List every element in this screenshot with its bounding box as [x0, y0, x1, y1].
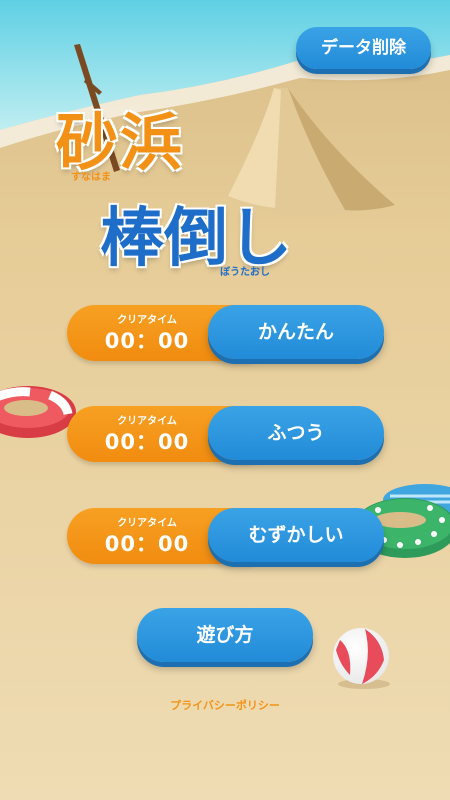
hard-button[interactable]: むずかしい: [208, 508, 384, 562]
level-row-normal: クリアタイム 00：00 ふつう: [67, 406, 385, 462]
title-stick-reading: ぼうたおし: [220, 267, 270, 278]
clear-time-label: クリアタイム: [117, 315, 177, 326]
privacy-policy-link[interactable]: プライバシーポリシー: [0, 697, 450, 713]
level-row-hard: クリアタイム 00：00 むずかしい: [67, 508, 385, 564]
clear-time-label: クリアタイム: [117, 518, 177, 529]
clear-time-value: 00：00: [104, 329, 190, 353]
clear-time-label: クリアタイム: [117, 416, 177, 427]
level-row-easy: クリアタイム 00：00 かんたん: [67, 305, 385, 361]
clear-time-value: 00：00: [104, 430, 190, 454]
title-sand-reading: すなはま: [71, 172, 111, 183]
easy-button[interactable]: かんたん: [208, 305, 384, 359]
normal-button[interactable]: ふつう: [208, 406, 384, 460]
delete-data-button[interactable]: データ削除: [296, 27, 431, 69]
how-to-play-button[interactable]: 遊び方: [137, 608, 313, 662]
clear-time-value: 00：00: [104, 532, 190, 556]
